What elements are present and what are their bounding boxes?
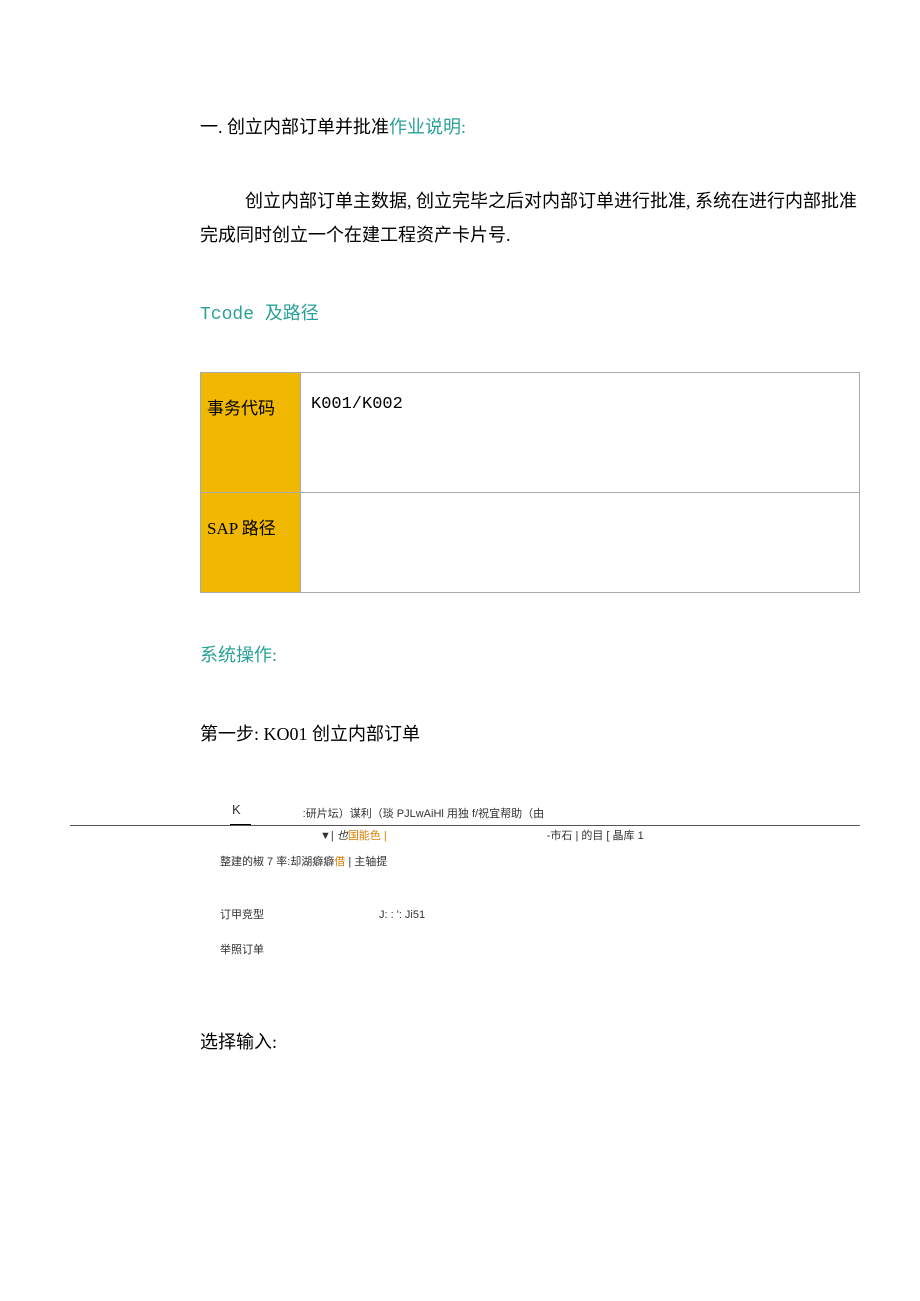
intro-paragraph: 创立内部订单主数据, 创立完毕之后对内部订单进行批准, 系统在进行内部批准完成同… [200,184,860,252]
sap-toolbar-left: ▼| 也国能色 | [320,826,387,847]
tcode-label-cell: 事务代码 [201,372,301,492]
section-heading-prefix: 一. 创立内部订单并批准 [200,117,389,137]
sap-path-value-cell [301,492,860,592]
sap-menu-bar: K :研片坛）谋利（琰 PJLwAiHl 用独 f/祝宜帮助（由 [70,806,860,826]
section-heading: 一. 创立内部订单并批准作业说明: [200,110,860,144]
order-type-value[interactable]: J: : ': Ji51 [379,905,425,926]
system-operation-heading: 系统操作: [200,638,860,672]
step-1-heading: 第一步: KO01 创立内部订单 [200,717,860,751]
dropdown-icon: ▼| [320,830,337,842]
table-row: SAP 路径 [201,492,860,592]
ref-order-label: 举照订单 [220,944,264,956]
sap-command-field[interactable]: K [230,798,251,825]
sap-toolbar-right: -市石 | 的目 [ 晶库 1 [547,826,644,847]
sap-path-label-cell: SAP 路径 [201,492,301,592]
tcode-heading: Tcode 及路径 [200,298,860,332]
sap-menu-text: :研片坛）谋利（琰 PJLwAiHl 用独 f/祝宜帮助（由 [303,804,544,825]
table-row: 事务代码 K001/K002 [201,372,860,492]
tcode-value-cell: K001/K002 [301,372,860,492]
order-type-label: 订甲竞型 [220,905,264,926]
sap-order-type-row: 订甲竞型 J: : ': Ji51 [70,877,860,930]
sap-title-line: 整建的椒 7 率:却湖癖癖借 | 主轴提 [70,846,860,877]
tcode-table: 事务代码 K001/K002 SAP 路径 [200,372,860,593]
sap-ui-screenshot-block: K :研片坛）谋利（琰 PJLwAiHl 用独 f/祝宜帮助（由 ▼| 也国能色… [70,806,860,965]
section-heading-suffix: 作业说明: [389,117,466,137]
sap-ref-order-row: 举照订单 [70,930,860,965]
sap-toolbar: ▼| 也国能色 | -市石 | 的目 [ 晶库 1 [70,826,860,846]
select-input-heading: 选择输入: [200,1025,860,1059]
